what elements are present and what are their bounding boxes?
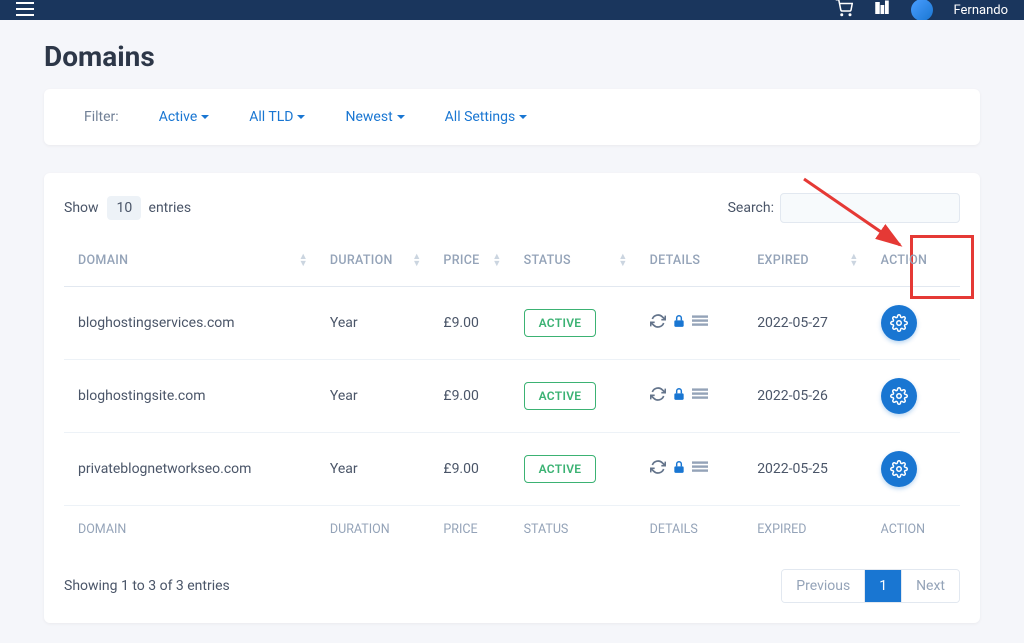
cell-status: ACTIVE [510,287,636,360]
col-details[interactable]: DETAILS [636,235,744,287]
status-badge: ACTIVE [524,309,597,337]
foot-price: PRICE [429,506,509,554]
caret-down-icon [297,115,305,119]
show-prefix: Show [64,200,99,216]
filter-settings-dropdown[interactable]: All Settings [445,109,528,125]
sort-icon: ▲▼ [618,254,627,268]
foot-expired: EXPIRED [743,506,866,554]
cell-duration: Year [316,433,430,506]
status-badge: ACTIVE [524,382,597,410]
show-suffix: entries [149,200,192,216]
foot-action: ACTION [867,506,960,554]
list-icon[interactable] [692,314,708,332]
username-label: Fernando [953,3,1008,18]
cell-details [636,287,744,360]
caret-down-icon [201,115,209,119]
cell-duration: Year [316,287,430,360]
cell-expired: 2022-05-26 [743,360,866,433]
refresh-icon[interactable] [650,313,666,333]
status-badge: ACTIVE [524,455,597,483]
cell-domain: bloghostingservices.com [64,287,316,360]
cell-expired: 2022-05-25 [743,433,866,506]
col-action[interactable]: ACTION [867,235,960,287]
search-label: Search: [728,200,774,216]
cell-details [636,433,744,506]
show-entries-control: Show 10 entries [64,196,191,220]
foot-duration: DURATION [316,506,430,554]
search-input[interactable] [780,193,960,223]
cell-details [636,360,744,433]
cell-duration: Year [316,360,430,433]
filter-bar: Filter: Active All TLD Newest All Settin… [44,89,980,145]
sort-icon: ▲▼ [849,254,858,268]
domains-table-card: Show 10 entries Search: DOMAIN▲▼ DURATIO… [44,173,980,623]
list-icon[interactable] [692,460,708,478]
lock-icon[interactable] [672,313,686,333]
cell-expired: 2022-05-27 [743,287,866,360]
col-duration[interactable]: DURATION▲▼ [316,235,430,287]
table-info: Showing 1 to 3 of 3 entries [64,578,230,594]
cell-status: ACTIVE [510,433,636,506]
cell-status: ACTIVE [510,360,636,433]
domains-table: DOMAIN▲▼ DURATION▲▼ PRICE▲▼ STATUS▲▼ DET… [64,235,960,553]
settings-action-button[interactable] [881,451,917,487]
filter-sort-dropdown[interactable]: Newest [345,109,404,125]
filter-label: Filter: [84,109,119,125]
pagination-page-1[interactable]: 1 [864,570,901,602]
table-row: bloghostingsite.com Year £9.00 ACTIVE 20… [64,360,960,433]
col-expired[interactable]: EXPIRED▲▼ [743,235,866,287]
col-price[interactable]: PRICE▲▼ [429,235,509,287]
col-domain[interactable]: DOMAIN▲▼ [64,235,316,287]
cell-action [867,287,960,360]
page-title: Domains [44,40,980,73]
sort-icon: ▲▼ [412,254,421,268]
cell-action [867,433,960,506]
cell-domain: privateblognetworkseo.com [64,433,316,506]
settings-action-button[interactable] [881,305,917,341]
caret-down-icon [397,115,405,119]
pagination: Previous 1 Next [781,569,960,603]
pagination-next[interactable]: Next [901,570,959,602]
cell-price: £9.00 [429,287,509,360]
caret-down-icon [519,115,527,119]
foot-status: STATUS [510,506,636,554]
settings-action-button[interactable] [881,378,917,414]
foot-domain: DOMAIN [64,506,316,554]
foot-details: DETAILS [636,506,744,554]
list-icon[interactable] [692,387,708,405]
cell-price: £9.00 [429,433,509,506]
cell-domain: bloghostingsite.com [64,360,316,433]
filter-tld-dropdown[interactable]: All TLD [249,109,305,125]
lock-icon[interactable] [672,459,686,479]
table-row: privateblognetworkseo.com Year £9.00 ACT… [64,433,960,506]
cart-icon[interactable] [835,0,853,20]
refresh-icon[interactable] [650,459,666,479]
col-status[interactable]: STATUS▲▼ [510,235,636,287]
filter-status-dropdown[interactable]: Active [159,109,210,125]
cell-price: £9.00 [429,360,509,433]
lock-icon[interactable] [672,386,686,406]
building-icon[interactable] [873,0,891,20]
menu-toggle[interactable] [16,1,34,20]
sort-icon: ▲▼ [299,254,308,268]
entries-count-select[interactable]: 10 [107,196,141,220]
refresh-icon[interactable] [650,386,666,406]
avatar[interactable] [911,0,933,20]
sort-icon: ▲▼ [492,254,501,268]
pagination-prev[interactable]: Previous [782,570,864,602]
table-row: bloghostingservices.com Year £9.00 ACTIV… [64,287,960,360]
cell-action [867,360,960,433]
